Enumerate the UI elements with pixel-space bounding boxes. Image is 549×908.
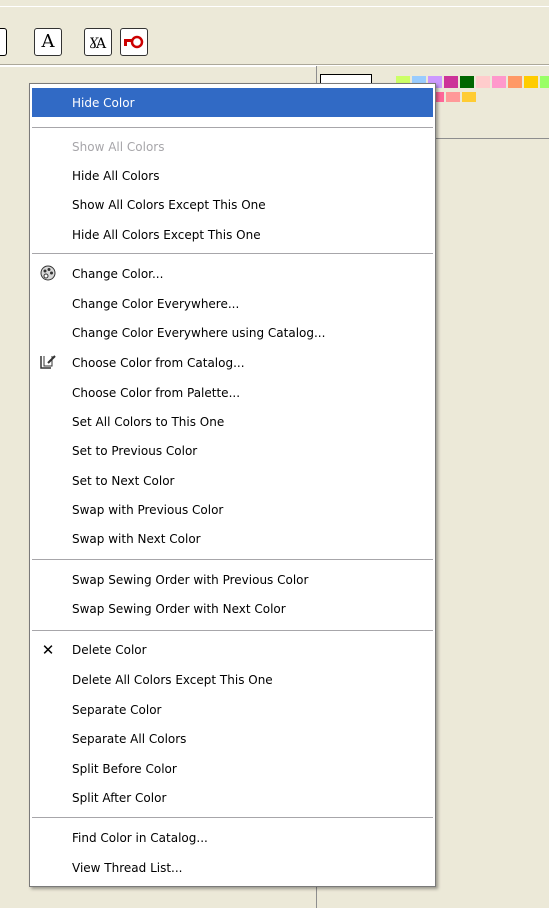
menu-item-label: Show All Colors Except This One xyxy=(72,197,266,212)
menu-separator xyxy=(32,630,433,632)
menu-item-label: Set All Colors to This One xyxy=(72,414,225,429)
menu-item-delete-color[interactable]: ✕ Delete Color xyxy=(32,635,433,664)
key-icon xyxy=(124,35,144,49)
menu-item-label: Delete All Colors Except This One xyxy=(72,672,273,687)
catalog-icon xyxy=(39,354,57,372)
text-edit-tool-button[interactable]: Ɣ A xyxy=(84,28,112,56)
menu-item-label: Hide All Colors Except This One xyxy=(72,227,261,242)
menu-item-label: Swap Sewing Order with Previous Color xyxy=(72,572,309,587)
color-context-menu: Hide Color Show All Colors Hide All Colors… xyxy=(29,83,436,887)
menu-item-label: Swap with Next Color xyxy=(72,531,201,546)
menu-item-label: Hide All Colors xyxy=(72,168,160,183)
toolbar-divider xyxy=(0,6,549,7)
palette-swatch[interactable] xyxy=(462,92,476,102)
menu-item-label: View Thread List... xyxy=(72,860,183,875)
menu-item-label: Change Color Everywhere using Catalog... xyxy=(72,325,326,340)
menu-item-swap-with-previous-color[interactable]: Swap with Previous Color xyxy=(32,495,433,524)
menu-item-label: Set to Previous Color xyxy=(72,443,198,458)
svg-text:A: A xyxy=(95,36,107,52)
menu-item-separate-color[interactable]: Separate Color xyxy=(32,695,433,724)
palette-swatch[interactable] xyxy=(476,76,490,88)
palette-swatch[interactable] xyxy=(508,76,522,88)
menu-item-label: Delete Color xyxy=(72,642,147,657)
menu-item-hide-all-colors-except-this-one[interactable]: Hide All Colors Except This One xyxy=(32,220,433,249)
menu-separator xyxy=(32,253,433,255)
menu-separator xyxy=(32,559,433,561)
menu-item-show-all-colors-except-this-one[interactable]: Show All Colors Except This One xyxy=(32,190,433,219)
menu-item-swap-sewing-order-with-previous-color[interactable]: Swap Sewing Order with Previous Color xyxy=(32,565,433,594)
menu-item-label: Show All Colors xyxy=(72,139,165,154)
menu-item-split-after-color[interactable]: Split After Color xyxy=(32,783,433,812)
lock-tool-button[interactable] xyxy=(120,28,148,56)
menu-item-set-all-colors-to-this-one[interactable]: Set All Colors to This One xyxy=(32,407,433,436)
menu-item-hide-color[interactable]: Hide Color xyxy=(32,88,433,117)
toolbar-button-partial[interactable] xyxy=(0,28,7,56)
menu-item-change-color[interactable]: Change Color... xyxy=(32,259,433,288)
text-edit-icon: Ɣ A xyxy=(89,36,107,52)
palette-swatch[interactable] xyxy=(446,92,460,102)
menu-item-find-color-in-catalog[interactable]: Find Color in Catalog... xyxy=(32,823,433,852)
menu-item-delete-all-colors-except-this-one[interactable]: Delete All Colors Except This One xyxy=(32,665,433,694)
text-tool-button[interactable]: A xyxy=(34,28,62,56)
text-a-icon: A xyxy=(41,31,55,52)
menu-item-label: Separate All Colors xyxy=(72,731,187,746)
menu-item-change-color-everywhere-using-catalog[interactable]: Change Color Everywhere using Catalog... xyxy=(32,318,433,347)
palette-swatch[interactable] xyxy=(524,76,538,88)
menu-item-swap-sewing-order-with-next-color[interactable]: Swap Sewing Order with Next Color xyxy=(32,594,433,623)
menu-item-label: Hide Color xyxy=(72,95,135,110)
palette-swatch[interactable] xyxy=(540,76,549,88)
menu-item-label: Split After Color xyxy=(72,790,167,805)
menu-item-separate-all-colors[interactable]: Separate All Colors xyxy=(32,724,433,753)
menu-item-split-before-color[interactable]: Split Before Color xyxy=(32,754,433,783)
palette-swatch[interactable] xyxy=(444,76,458,88)
palette-swatch[interactable] xyxy=(460,76,474,88)
menu-item-label: Swap with Previous Color xyxy=(72,502,224,517)
menu-item-label: Separate Color xyxy=(72,702,162,717)
menu-item-label: Choose Color from Catalog... xyxy=(72,355,245,370)
menu-item-choose-color-from-palette[interactable]: Choose Color from Palette... xyxy=(32,378,433,407)
menu-item-set-to-next-color[interactable]: Set to Next Color xyxy=(32,466,433,495)
delete-x-icon: ✕ xyxy=(41,641,55,659)
menu-item-swap-with-next-color[interactable]: Swap with Next Color xyxy=(32,524,433,553)
menu-item-label: Set to Next Color xyxy=(72,473,175,488)
menu-item-choose-color-from-catalog[interactable]: Choose Color from Catalog... xyxy=(32,348,433,377)
menu-separator xyxy=(32,127,433,129)
menu-item-label: Choose Color from Palette... xyxy=(72,385,241,400)
menu-item-set-to-previous-color[interactable]: Set to Previous Color xyxy=(32,436,433,465)
menu-separator xyxy=(32,817,433,819)
palette-swatch[interactable] xyxy=(492,76,506,88)
menu-item-label: Change Color... xyxy=(72,266,164,281)
menu-item-label: Swap Sewing Order with Next Color xyxy=(72,601,286,616)
menu-item-label: Change Color Everywhere... xyxy=(72,296,240,311)
menu-item-view-thread-list[interactable]: View Thread List... xyxy=(32,853,433,882)
menu-item-label: Find Color in Catalog... xyxy=(72,830,208,845)
menu-item-change-color-everywhere[interactable]: Change Color Everywhere... xyxy=(32,289,433,318)
menu-item-show-all-colors: Show All Colors xyxy=(32,132,433,161)
toolbar: A Ɣ A xyxy=(0,0,549,67)
menu-item-hide-all-colors[interactable]: Hide All Colors xyxy=(32,161,433,190)
menu-item-label: Split Before Color xyxy=(72,761,177,776)
palette-icon xyxy=(39,265,57,283)
